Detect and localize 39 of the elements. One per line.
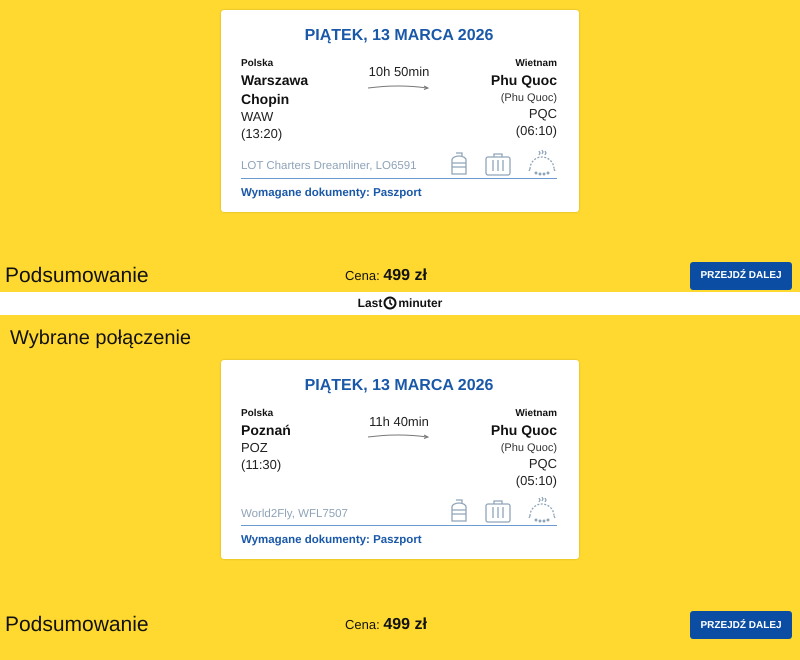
documents-info: Wymagane dokumenty: Paszport	[241, 532, 423, 548]
airport-code: POZ	[241, 440, 269, 457]
airport-name: (Phu Quoc)	[500, 440, 557, 456]
flight-date: PIĄTEK, 13 MARCA 2026	[304, 26, 494, 46]
carrier-info: LOT Charters Dreamliner, LO6591	[241, 159, 417, 174]
suitcase-icon	[485, 152, 511, 176]
city-name: Poznań	[241, 420, 292, 440]
carrier-info: World2Fly, WFL7507	[241, 506, 348, 522]
summary-title: Podsumowanie	[5, 612, 150, 638]
documents-info: Wymagane dokumenty: Paszport	[241, 186, 423, 201]
departure-time: (13:20)	[241, 126, 284, 143]
airport-name: (Phu Quoc)	[500, 90, 557, 106]
flight-duration: 10h 50min	[368, 63, 430, 81]
airport-code: PQC	[528, 456, 557, 474]
country-label: Polska	[241, 57, 274, 71]
summary-title: Podsumowanie	[5, 263, 150, 290]
logo: Last minuter	[358, 295, 442, 312]
meal-dome-icon	[527, 148, 557, 176]
continue-button[interactable]: PRZEJDŹ DALEJ	[690, 611, 792, 640]
airport-code: PQC	[528, 106, 557, 124]
country-label: Wietnam	[514, 57, 557, 71]
flight-duration: 11h 40min	[369, 412, 429, 431]
flight-date: PIĄTEK, 13 MARCA 2026	[304, 376, 494, 396]
price-text: Cena: 499 zł	[345, 615, 428, 636]
section-heading: Wybrane połączenie	[9, 326, 192, 351]
price-text: Cena: 499 zł	[345, 266, 428, 286]
meal-dome-icon	[527, 496, 557, 523]
continue-button[interactable]: PRZEJDŹ DALEJ	[690, 262, 792, 290]
suitcase-icon	[485, 498, 511, 523]
country-label: Wietnam	[514, 406, 557, 421]
arrival-time: (05:10)	[514, 473, 557, 490]
country-label: Polska	[241, 406, 274, 421]
city-name: Phu Quoc	[490, 420, 557, 440]
departure-time: (11:30)	[241, 456, 282, 474]
clock-icon	[383, 296, 398, 310]
airport-code: WAW	[241, 108, 274, 126]
arrival-time: (06:10)	[514, 123, 557, 140]
city-name: Warszawa Chopin	[241, 71, 310, 109]
city-name: Phu Quoc	[490, 71, 557, 90]
